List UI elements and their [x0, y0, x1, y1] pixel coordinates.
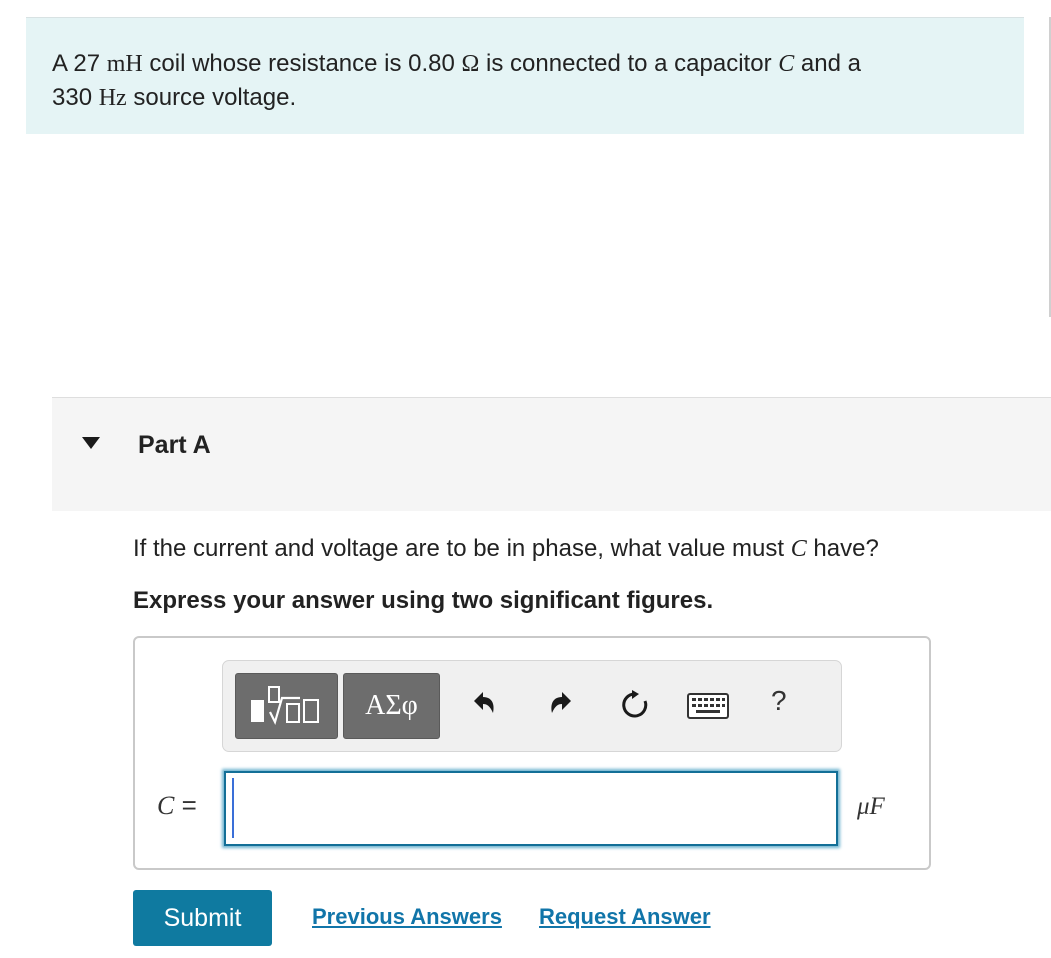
answer-variable-label: C =: [157, 790, 197, 821]
templates-button[interactable]: [235, 673, 338, 739]
problem-statement-box: A 27 mH coil whose resistance is 0.80 Ω …: [26, 17, 1024, 134]
unit-label: μF: [857, 793, 885, 820]
problem-var-C: C: [778, 51, 795, 77]
part-a-header[interactable]: Part A: [52, 397, 1051, 511]
keyboard-icon[interactable]: [687, 693, 729, 719]
request-answer-link[interactable]: Request Answer: [539, 904, 711, 930]
problem-unit-ohm: Ω: [461, 51, 480, 77]
previous-answers-link[interactable]: Previous Answers: [312, 904, 502, 930]
question-text-after: have?: [806, 535, 879, 562]
templates-icon: [251, 686, 319, 726]
text-cursor: [232, 778, 234, 838]
reset-icon[interactable]: [620, 689, 650, 719]
equals-sign: =: [181, 790, 197, 820]
problem-text-segment: coil whose resistance is 0.80: [142, 50, 462, 77]
question-var: C: [790, 536, 807, 562]
submit-button[interactable]: Submit: [133, 890, 272, 946]
answer-variable: C: [157, 791, 175, 820]
problem-text-segment: source voltage.: [126, 84, 297, 111]
problem-unit-mH: mH: [106, 51, 143, 77]
problem-text-segment: is connected to a capacitor: [479, 50, 779, 77]
answer-box: ΑΣφ ? C = μF: [133, 636, 931, 870]
question-text-before: If the current and voltage are to be in …: [133, 535, 791, 562]
problem-statement-text: A 27 mH coil whose resistance is 0.80 Ω …: [52, 47, 992, 115]
undo-icon[interactable]: [468, 689, 498, 719]
problem-text-segment: A 27: [52, 50, 107, 77]
part-title: Part A: [138, 431, 211, 459]
math-toolbar: ΑΣφ ?: [222, 660, 842, 752]
problem-text-segment: 330: [52, 84, 99, 111]
help-button[interactable]: ?: [771, 685, 787, 717]
collapse-triangle-icon[interactable]: [82, 437, 100, 449]
problem-unit-Hz: Hz: [98, 85, 127, 111]
problem-text-segment: and a: [794, 50, 861, 77]
instruction-text: Express your answer using two significan…: [133, 587, 714, 614]
greek-symbols-button[interactable]: ΑΣφ: [343, 673, 440, 739]
redo-icon[interactable]: [547, 689, 577, 719]
answer-input[interactable]: [224, 771, 838, 846]
question-text: If the current and voltage are to be in …: [133, 535, 879, 563]
